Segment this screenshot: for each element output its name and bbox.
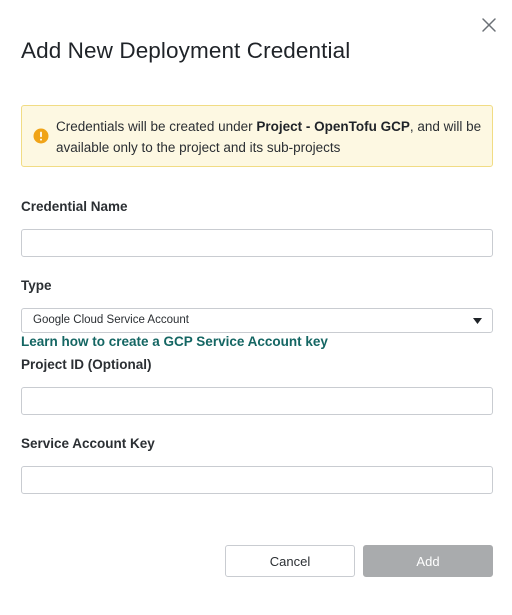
type-select[interactable]: Google Cloud Service Account <box>21 308 493 333</box>
project-id-label: Project ID (Optional) <box>21 357 152 372</box>
credential-name-label: Credential Name <box>21 199 128 214</box>
type-select-value: Google Cloud Service Account <box>33 314 189 326</box>
service-account-key-label: Service Account Key <box>21 436 155 451</box>
add-credential-dialog: Add New Deployment Credential Credential… <box>0 0 512 615</box>
alert-message: Credentials will be created under Projec… <box>56 116 486 158</box>
alert-project-name: Project - OpenTofu GCP <box>256 119 410 134</box>
credential-name-input[interactable] <box>21 229 493 257</box>
caret-down-icon <box>473 318 482 324</box>
project-id-input[interactable] <box>21 387 493 415</box>
warning-circle-icon <box>33 128 49 144</box>
gcp-service-account-help-link[interactable]: Learn how to create a GCP Service Accoun… <box>21 334 328 349</box>
close-icon <box>482 18 496 32</box>
add-button[interactable]: Add <box>363 545 493 577</box>
service-account-key-input[interactable] <box>21 466 493 494</box>
type-label: Type <box>21 278 52 293</box>
dialog-title: Add New Deployment Credential <box>21 38 351 63</box>
cancel-button[interactable]: Cancel <box>225 545 355 577</box>
info-alert: Credentials will be created under Projec… <box>21 105 493 167</box>
alert-text-before: Credentials will be created under <box>56 119 257 134</box>
close-button[interactable] <box>479 15 499 35</box>
